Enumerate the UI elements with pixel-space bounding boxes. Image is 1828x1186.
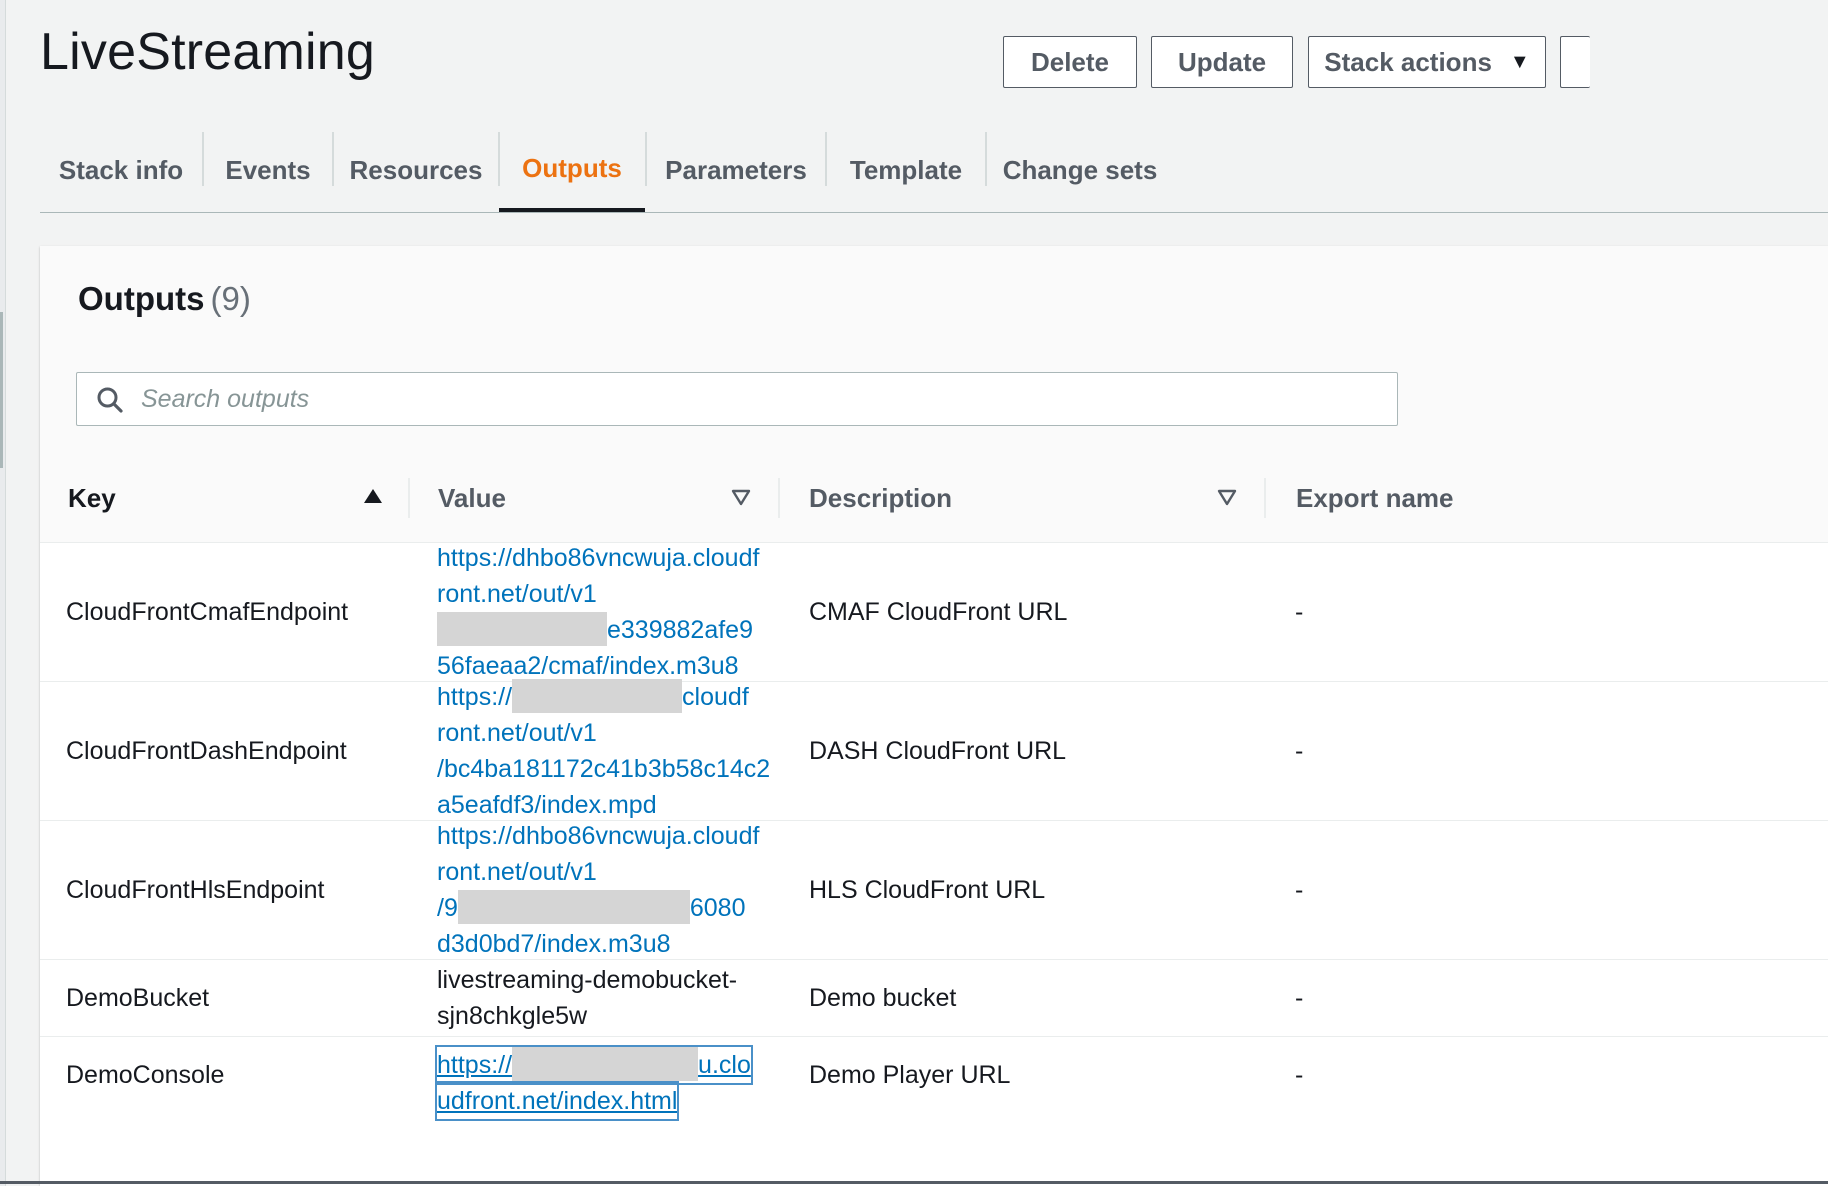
output-description: Demo bucket — [809, 984, 957, 1012]
search-box — [76, 372, 1398, 426]
output-value-link[interactable]: /bc4ba181172c41b3b58c14c2 — [437, 751, 770, 787]
tab-stack-info[interactable]: Stack info — [40, 128, 202, 212]
output-key: CloudFrontCmafEndpoint — [66, 598, 349, 626]
tab-events[interactable]: Events — [204, 128, 332, 212]
output-value: https:// u.clo udfront.net/index.html — [434, 1037, 809, 1123]
window-bottom-edge — [0, 1181, 1828, 1184]
delete-button[interactable]: Delete — [1003, 36, 1137, 88]
create-stack-button-partial[interactable] — [1560, 36, 1590, 88]
caret-down-outline-icon[interactable] — [1214, 484, 1240, 510]
output-description: HLS CloudFront URL — [809, 876, 1046, 904]
output-value-link[interactable]: /9 — [437, 894, 458, 922]
search-icon — [97, 387, 123, 413]
table-row: CloudFrontCmafEndpoint https://dhbo86vnc… — [40, 543, 1828, 682]
output-value: https://dhbo86vncwuja.cloudf ront.net/ou… — [437, 543, 809, 681]
output-export-name: - — [1295, 984, 1304, 1012]
output-value-link[interactable]: cloudf — [682, 683, 749, 711]
redacted-text — [437, 612, 607, 646]
output-value: https://dhbo86vncwuja.cloudf ront.net/ou… — [437, 821, 809, 959]
output-export-name: - — [1295, 737, 1304, 765]
output-value-link[interactable]: u.clo — [698, 1051, 751, 1079]
output-value-link[interactable]: udfront.net/index.html — [434, 1081, 680, 1121]
column-header-export-name[interactable]: Export name — [1296, 454, 1454, 542]
output-value-text: sjn8chkgle5w — [437, 1002, 588, 1030]
output-value-link[interactable]: ront.net/out/v1 — [437, 854, 597, 890]
outputs-heading: Outputs (9) — [78, 280, 251, 318]
table-row: DemoBucket livestreaming-demobucket- sjn… — [40, 960, 1828, 1037]
redacted-text — [457, 890, 690, 924]
column-header-key[interactable]: Key — [68, 454, 116, 542]
column-separator[interactable] — [778, 478, 780, 518]
output-export-name: - — [1295, 876, 1304, 904]
left-nav-marker — [0, 312, 3, 468]
caret-down-outline-icon[interactable] — [728, 484, 754, 510]
output-value-text: livestreaming-demobucket- — [437, 966, 738, 994]
caret-down-icon: ▼ — [1509, 50, 1530, 73]
output-description: Demo Player URL — [809, 1061, 1011, 1089]
output-description: DASH CloudFront URL — [809, 737, 1067, 765]
output-export-name: - — [1295, 1061, 1304, 1089]
caret-up-icon[interactable] — [360, 484, 386, 510]
outputs-panel-header: Outputs (9) — [40, 246, 1828, 455]
output-key: DemoConsole — [66, 1061, 225, 1089]
table-header: Key Value Description Export name — [40, 454, 1828, 543]
search-input[interactable] — [139, 375, 1383, 423]
page-title: LiveStreaming — [40, 23, 375, 81]
stack-tabs: Stack info Events Resources Outputs Para… — [40, 128, 1828, 213]
tab-change-sets[interactable]: Change sets — [987, 128, 1173, 212]
output-key: CloudFrontHlsEndpoint — [66, 876, 325, 904]
output-key: CloudFrontDashEndpoint — [66, 737, 347, 765]
output-value-link[interactable]: https:// — [437, 683, 512, 711]
output-value-link[interactable]: https:// — [437, 1051, 512, 1079]
tab-resources[interactable]: Resources — [334, 128, 498, 212]
output-value-link[interactable]: https://dhbo86vncwuja.cloudf — [437, 540, 759, 576]
output-value-link[interactable]: 6080 — [690, 894, 746, 922]
output-value-link[interactable]: ront.net/out/v1 — [437, 576, 597, 612]
outputs-heading-label: Outputs — [78, 280, 205, 317]
output-key: DemoBucket — [66, 984, 210, 1012]
redacted-text — [512, 1047, 699, 1081]
outputs-count: (9) — [210, 280, 251, 317]
column-header-value[interactable]: Value — [438, 454, 506, 542]
table-row: DemoConsole https:// u.clo udfront.net/in… — [40, 1037, 1828, 1186]
output-value: https:// cloudf ront.net/out/v1 /bc4ba181… — [437, 679, 809, 820]
column-header-description[interactable]: Description — [809, 454, 952, 542]
output-description: CMAF CloudFront URL — [809, 598, 1068, 626]
stack-actions-button[interactable]: Stack actions ▼ — [1308, 36, 1546, 88]
table-row: CloudFrontHlsEndpoint https://dhbo86vncw… — [40, 821, 1828, 960]
output-value-link[interactable]: https://dhbo86vncwuja.cloudf — [437, 818, 759, 854]
output-value-link[interactable]: d3d0bd7/index.m3u8 — [437, 926, 671, 962]
output-export-name: - — [1295, 598, 1304, 626]
stack-actions-label: Stack actions — [1324, 46, 1492, 77]
left-nav-edge — [0, 0, 6, 1186]
tab-parameters[interactable]: Parameters — [647, 128, 825, 212]
table-row: CloudFrontDashEndpoint https:// cloudf ro… — [40, 679, 1828, 821]
output-value-link[interactable]: e339882afe9 — [607, 616, 753, 644]
outputs-panel: Outputs(9) Key Value Description Export … — [40, 246, 1828, 1186]
column-separator[interactable] — [1264, 478, 1266, 518]
output-value: livestreaming-demobucket- sjn8chkgle5w — [437, 960, 809, 1036]
redacted-text — [512, 679, 683, 713]
tab-outputs[interactable]: Outputs — [499, 128, 645, 212]
update-button[interactable]: Update — [1151, 36, 1293, 88]
tab-template[interactable]: Template — [827, 128, 985, 212]
column-separator[interactable] — [408, 478, 410, 518]
output-value-link[interactable]: ront.net/out/v1 — [437, 715, 597, 751]
